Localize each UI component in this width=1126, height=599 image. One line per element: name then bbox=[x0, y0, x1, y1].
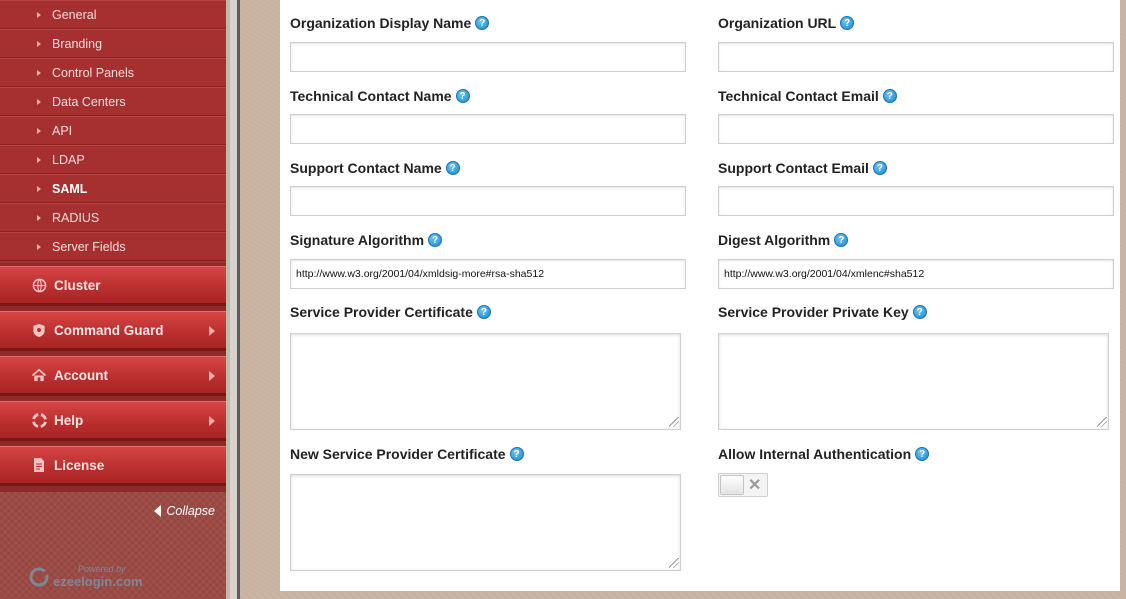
support-contact-email-field: Support Contact Email? bbox=[718, 160, 887, 176]
field-label: Service Provider Certificate bbox=[290, 304, 473, 320]
submenu-item-server-fields[interactable]: Server Fields bbox=[0, 232, 226, 261]
saml-settings-panel: Organization Display Name? Organization … bbox=[280, 0, 1120, 591]
help-icon[interactable]: ? bbox=[475, 16, 490, 30]
field-label: Signature Algorithm bbox=[290, 232, 425, 248]
help-icon[interactable]: ? bbox=[509, 447, 524, 461]
submenu-item-radius[interactable]: RADIUS bbox=[0, 203, 226, 232]
tech-contact-name-field: Technical Contact Name? bbox=[290, 88, 470, 104]
close-icon: ✕ bbox=[748, 477, 762, 494]
home-icon bbox=[31, 367, 47, 383]
submenu-item-control-panels[interactable]: Control Panels bbox=[0, 58, 226, 87]
sidebar: General Branding Control Panels Data Cen… bbox=[0, 0, 226, 599]
sp-certificate-textarea[interactable] bbox=[290, 333, 681, 430]
sp-private-key-field: Service Provider Private Key? bbox=[718, 304, 927, 320]
field-label: Digest Algorithm bbox=[718, 232, 831, 248]
allow-internal-auth-field: Allow Internal Authentication? bbox=[718, 446, 930, 462]
help-icon[interactable]: ? bbox=[882, 89, 897, 103]
signature-algorithm-input[interactable]: http://www.w3.org/2001/04/xmldsig-more#r… bbox=[290, 259, 686, 289]
digest-algorithm-field: Digest Algorithm? bbox=[718, 232, 849, 248]
org-url-field: Organization URL? bbox=[718, 15, 855, 31]
menu-item-license[interactable]: License bbox=[0, 446, 226, 486]
signature-algorithm-field: Signature Algorithm? bbox=[290, 232, 443, 248]
resize-handle-icon[interactable] bbox=[1097, 417, 1107, 427]
brand-name: ezeelogin.com bbox=[53, 574, 143, 589]
chevron-right-icon bbox=[209, 371, 215, 381]
submenu-item-ldap[interactable]: LDAP bbox=[0, 145, 226, 174]
toggle-knob bbox=[720, 475, 744, 495]
sidebar-footer: Collapse Powered by ezeelogin.com bbox=[0, 492, 226, 599]
support-contact-name-field: Support Contact Name? bbox=[290, 160, 460, 176]
menu-item-account[interactable]: Account bbox=[0, 356, 226, 396]
resize-handle-icon[interactable] bbox=[669, 417, 679, 427]
sp-private-key-textarea[interactable] bbox=[718, 333, 1109, 430]
submenu-item-data-centers[interactable]: Data Centers bbox=[0, 87, 226, 116]
tech-contact-name-input[interactable] bbox=[290, 114, 686, 144]
field-label: Support Contact Name bbox=[290, 160, 442, 176]
org-display-name-field: Organization Display Name? bbox=[290, 15, 490, 31]
field-label: Organization URL bbox=[718, 15, 837, 31]
collapse-button[interactable]: Collapse bbox=[154, 504, 215, 518]
help-icon[interactable]: ? bbox=[915, 447, 930, 461]
field-label: Technical Contact Email bbox=[718, 88, 879, 104]
submenu-item-saml[interactable]: SAML bbox=[0, 174, 226, 203]
submenu-item-api[interactable]: API bbox=[0, 116, 226, 145]
ezeelogin-logo-icon bbox=[29, 567, 49, 586]
submenu-item-branding[interactable]: Branding bbox=[0, 29, 226, 58]
field-label: Service Provider Private Key bbox=[718, 304, 909, 320]
help-icon[interactable]: ? bbox=[834, 233, 849, 247]
main-menu: Cluster Command Guard Account Help Licen… bbox=[0, 266, 226, 491]
help-icon[interactable]: ? bbox=[445, 161, 460, 175]
powered-by-text: Powered by bbox=[78, 564, 126, 574]
help-icon[interactable]: ? bbox=[428, 233, 443, 247]
help-icon[interactable]: ? bbox=[872, 161, 887, 175]
allow-internal-auth-toggle[interactable]: ✕ bbox=[718, 473, 768, 497]
field-label: Technical Contact Name bbox=[290, 88, 452, 104]
sidebar-scrollbar-track[interactable] bbox=[230, 0, 237, 599]
menu-item-cluster[interactable]: Cluster bbox=[0, 266, 226, 306]
triangle-left-icon bbox=[154, 505, 162, 517]
support-contact-name-input[interactable] bbox=[290, 186, 686, 216]
globe-icon bbox=[31, 277, 47, 293]
tech-contact-email-input[interactable] bbox=[718, 114, 1114, 144]
new-sp-certificate-textarea[interactable] bbox=[290, 474, 681, 571]
lifebuoy-icon bbox=[31, 412, 47, 428]
tech-contact-email-field: Technical Contact Email? bbox=[718, 88, 897, 104]
sp-certificate-field: Service Provider Certificate? bbox=[290, 304, 491, 320]
digest-algorithm-input[interactable]: http://www.w3.org/2001/04/xmlenc#sha512 bbox=[718, 259, 1114, 289]
shield-icon bbox=[31, 322, 47, 338]
org-url-input[interactable] bbox=[718, 42, 1114, 72]
field-label: Organization Display Name bbox=[290, 15, 472, 31]
field-label: New Service Provider Certificate bbox=[290, 446, 506, 462]
document-icon bbox=[31, 457, 47, 473]
menu-item-help[interactable]: Help bbox=[0, 401, 226, 441]
settings-submenu: General Branding Control Panels Data Cen… bbox=[0, 0, 226, 263]
field-label: Allow Internal Authentication bbox=[718, 446, 912, 462]
org-display-name-input[interactable] bbox=[290, 42, 686, 72]
new-sp-certificate-field: New Service Provider Certificate? bbox=[290, 446, 524, 462]
powered-by-logo[interactable]: Powered by ezeelogin.com bbox=[28, 564, 143, 589]
field-label: Support Contact Email bbox=[718, 160, 869, 176]
help-icon[interactable]: ? bbox=[476, 305, 491, 319]
help-icon[interactable]: ? bbox=[912, 305, 927, 319]
menu-item-command-guard[interactable]: Command Guard bbox=[0, 311, 226, 351]
support-contact-email-input[interactable] bbox=[718, 186, 1114, 216]
help-icon[interactable]: ? bbox=[840, 16, 855, 30]
resize-handle-icon[interactable] bbox=[669, 558, 679, 568]
help-icon[interactable]: ? bbox=[455, 89, 470, 103]
chevron-right-icon bbox=[209, 416, 215, 426]
chevron-right-icon bbox=[209, 326, 215, 336]
submenu-item-general[interactable]: General bbox=[0, 0, 226, 29]
